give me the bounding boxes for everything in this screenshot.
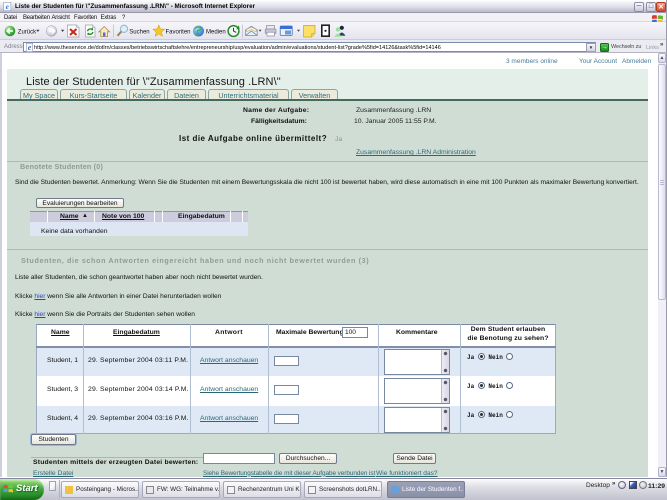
svg-text:Zurück: Zurück	[18, 29, 37, 35]
svg-text:Favoriten: Favoriten	[166, 29, 191, 35]
svg-text:Medien: Medien	[206, 29, 226, 35]
svg-text:Suchen: Suchen	[129, 29, 149, 35]
svg-text:e: e	[27, 43, 31, 52]
